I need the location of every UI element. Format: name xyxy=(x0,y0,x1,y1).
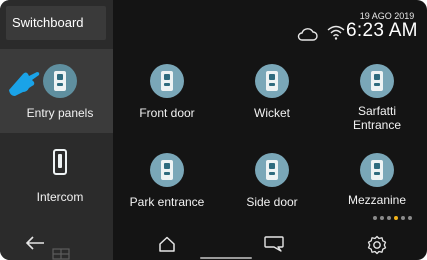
tile-label: Park entrance xyxy=(129,195,205,209)
tile-side-door[interactable]: Side door xyxy=(218,145,326,229)
page-dot xyxy=(408,216,412,220)
home-indicator[interactable] xyxy=(200,257,252,259)
message-icon[interactable] xyxy=(263,235,285,253)
sidebar-title: Switchboard xyxy=(6,6,106,40)
home-icon[interactable] xyxy=(158,236,176,252)
entry-panel-icon xyxy=(255,153,289,187)
page-dot xyxy=(373,216,377,220)
tile-park-entrance[interactable]: Park entrance xyxy=(113,145,221,229)
tile-sarfatti-entrance[interactable]: Sarfatti Entrance xyxy=(323,56,427,140)
entry-panel-icon xyxy=(255,64,289,98)
page-dot-active xyxy=(394,216,398,220)
cloud-icon xyxy=(297,28,318,41)
pointing-hand-icon xyxy=(9,72,40,96)
grid-icon xyxy=(52,248,70,260)
tile-label: Wicket xyxy=(254,106,290,120)
entry-panel-icon xyxy=(360,64,394,98)
page-indicator xyxy=(373,216,419,222)
intercom-icon xyxy=(53,149,67,175)
entry-panel-icon xyxy=(360,153,394,187)
tile-intercom[interactable]: Intercom xyxy=(6,145,114,229)
page-dot xyxy=(401,216,405,220)
tile-label: Entry panels xyxy=(26,106,94,120)
tile-label: Front door xyxy=(139,106,195,120)
wifi-icon xyxy=(327,25,345,40)
gear-icon[interactable] xyxy=(366,234,388,256)
bottom-nav xyxy=(0,228,427,260)
sidebar-title-label: Switchboard xyxy=(12,15,84,30)
screen: Switchboard 19 AGO 2019 6:23 AM Entry pa… xyxy=(0,0,427,260)
tile-label: Side door xyxy=(246,195,298,209)
entry-panel-icon xyxy=(150,153,184,187)
tile-front-door[interactable]: Front door xyxy=(113,56,221,140)
tile-wicket[interactable]: Wicket xyxy=(218,56,326,140)
entry-panel-icon xyxy=(43,64,77,98)
entry-panel-icon xyxy=(150,64,184,98)
page-dot xyxy=(387,216,391,220)
page-dot xyxy=(380,216,384,220)
time-label: 6:23 AM xyxy=(346,20,418,41)
back-arrow-icon[interactable] xyxy=(24,234,46,252)
tile-label: Mezzanine xyxy=(347,193,407,207)
tile-label: Sarfatti Entrance xyxy=(352,104,402,132)
tile-label: Intercom xyxy=(36,190,84,204)
